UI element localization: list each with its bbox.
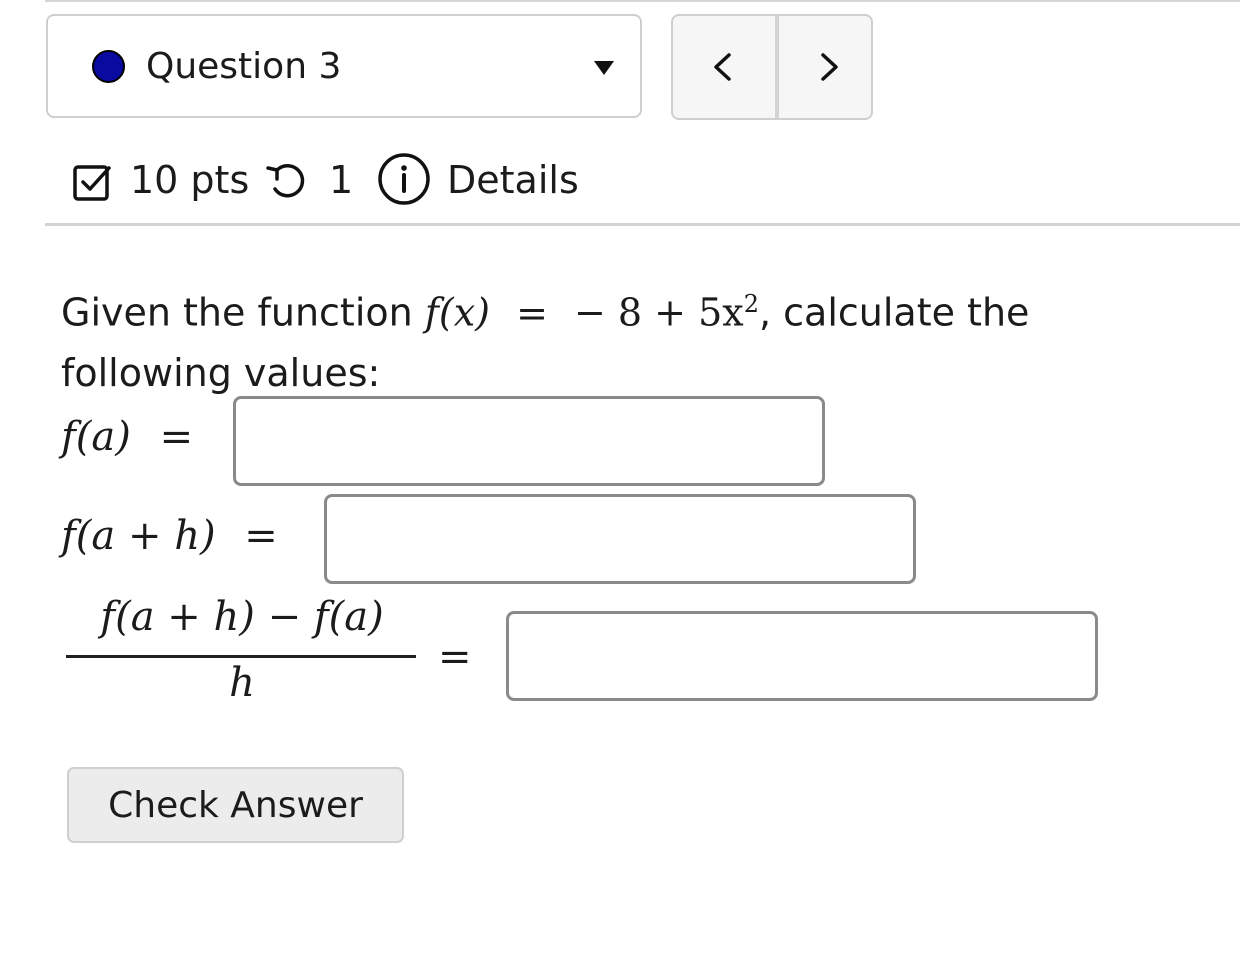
details-link[interactable]: Details xyxy=(377,150,579,210)
question-prompt: Given the function f(x) = − 8 + 5x2, cal… xyxy=(61,274,1211,403)
info-icon xyxy=(378,153,430,205)
attempts-count: 1 xyxy=(329,158,354,202)
dropdown-caret-icon xyxy=(594,61,614,75)
difference-quotient-input[interactable] xyxy=(506,611,1098,701)
f-ah-row: f(a + h) = xyxy=(61,513,278,559)
f-ah-equals: = xyxy=(244,513,278,559)
f-a-label: f(a) xyxy=(61,414,131,460)
header-divider xyxy=(45,223,1240,226)
retry-icon xyxy=(266,164,305,198)
question-navigation xyxy=(671,14,873,120)
difference-numerator: f(a + h) − f(a) xyxy=(100,594,384,640)
details-label: Details xyxy=(447,158,579,202)
checkbox-icon xyxy=(73,165,111,201)
f-ah-label: f(a + h) xyxy=(61,513,216,559)
f-a-row: f(a) = xyxy=(61,414,193,460)
question-label: Question 3 xyxy=(146,46,342,87)
points-value: 10 pts xyxy=(130,158,250,202)
next-question-button[interactable] xyxy=(775,16,871,118)
f-ah-input[interactable] xyxy=(324,494,916,584)
f-a-equals: = xyxy=(159,414,194,460)
check-answer-button[interactable]: Check Answer xyxy=(67,767,404,843)
chevron-left-icon xyxy=(714,53,731,81)
top-divider xyxy=(45,0,1240,2)
function-equals: = xyxy=(516,290,548,335)
previous-question-button[interactable] xyxy=(673,16,773,118)
question-selector[interactable]: Question 3 xyxy=(46,14,642,118)
fraction-bar xyxy=(66,655,416,658)
prompt-intro: Given the function xyxy=(61,290,413,335)
question-status-dot xyxy=(92,50,125,83)
f-a-input[interactable] xyxy=(233,396,825,486)
function-lhs: f(x) xyxy=(424,290,490,335)
difference-equals: = xyxy=(438,634,472,680)
function-exponent: 2 xyxy=(743,290,759,318)
chevron-right-icon xyxy=(821,53,838,81)
difference-denominator: h xyxy=(229,660,255,706)
function-rhs: − 8 + 5x xyxy=(574,290,744,335)
